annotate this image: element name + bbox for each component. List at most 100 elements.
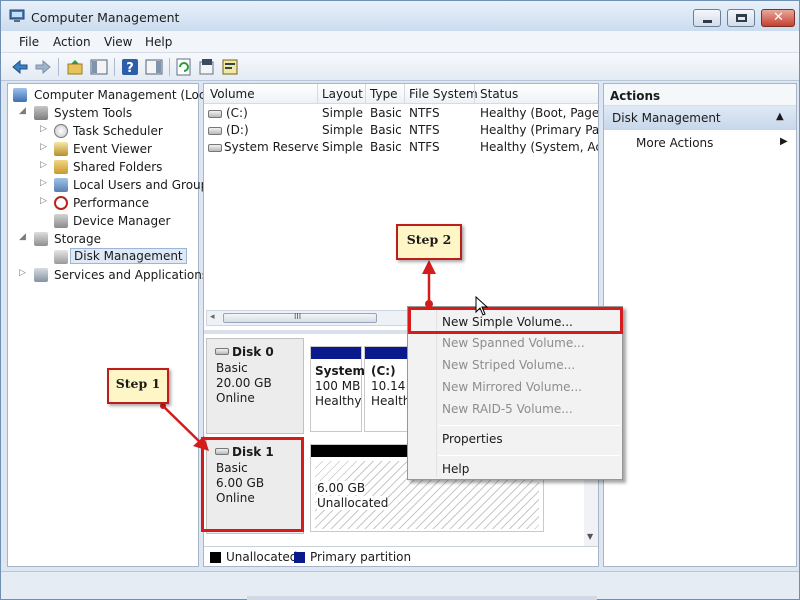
maximize-button[interactable]	[727, 9, 755, 27]
actions-section-label: Disk Management	[612, 111, 721, 125]
export-list-icon[interactable]	[198, 58, 216, 76]
volume-layout: Simple	[322, 140, 363, 154]
volume-name: (C:)	[226, 106, 248, 120]
menu-item-new-raid5-volume[interactable]: New RAID-5 Volume...	[442, 402, 573, 416]
menu-action[interactable]: Action	[53, 35, 91, 49]
volume-status: Healthy (System, Activ	[480, 140, 598, 154]
menu-item-new-striped-volume[interactable]: New Striped Volume...	[442, 358, 575, 372]
disk-management-icon	[54, 250, 68, 264]
collapsed-arrow-icon[interactable]: ▷	[40, 160, 47, 170]
tree-item-event-viewer[interactable]: ▷ Event Viewer	[10, 140, 198, 158]
submenu-arrow-icon: ▶	[780, 136, 788, 147]
menu-file[interactable]: File	[19, 35, 39, 49]
tree-item-label: Services and Applications	[54, 268, 209, 282]
partition-status: Healthy	[315, 394, 362, 408]
disk-icon	[215, 348, 229, 355]
volume-row[interactable]: System Reserved Simple Basic NTFS Health…	[204, 139, 598, 156]
menu-bar: File Action View Help	[1, 31, 799, 53]
partition-c[interactable]: (C:) 10.14 G Healthy	[364, 346, 418, 432]
column-header-type[interactable]: Type	[370, 87, 398, 101]
actions-section-disk-management[interactable]: Disk Management ▲	[604, 106, 796, 130]
tree-item-label: Shared Folders	[73, 160, 163, 174]
show-hide-action-pane-icon[interactable]	[145, 58, 163, 76]
performance-icon	[54, 196, 68, 210]
drive-icon	[208, 110, 222, 118]
collapse-up-icon[interactable]: ▲	[776, 111, 784, 122]
tree-item-services-applications[interactable]: ▷ Services and Applications	[10, 266, 208, 284]
tree-item-shared-folders[interactable]: ▷ Shared Folders	[10, 158, 198, 176]
disk-0-label[interactable]: Disk 0 Basic 20.00 GB Online	[206, 338, 304, 434]
column-header-status[interactable]: Status	[480, 87, 518, 101]
users-icon	[54, 178, 68, 192]
shared-folders-icon	[54, 160, 68, 174]
window-title: Computer Management	[31, 10, 180, 25]
collapsed-arrow-icon[interactable]: ▷	[40, 196, 47, 206]
tree-item-task-scheduler[interactable]: ▷ Task Scheduler	[10, 122, 198, 140]
tree-item-label: Local Users and Groups	[73, 178, 215, 192]
collapsed-arrow-icon[interactable]: ▷	[40, 142, 47, 152]
close-button[interactable]: ✕	[761, 9, 795, 27]
properties-icon[interactable]	[221, 58, 239, 76]
column-header-volume[interactable]: Volume	[210, 87, 255, 101]
collapsed-arrow-icon[interactable]: ▷	[40, 178, 47, 188]
actions-header: Actions	[604, 84, 796, 106]
help-icon[interactable]: ?	[121, 58, 139, 76]
partition-system-reserved[interactable]: System 100 MB Healthy	[310, 346, 365, 432]
computer-management-icon	[13, 88, 27, 102]
tree-item-local-users[interactable]: ▷ Local Users and Groups	[10, 176, 215, 194]
menu-help[interactable]: Help	[145, 35, 172, 49]
show-hide-tree-icon[interactable]	[90, 58, 108, 76]
tree-item-label: Computer Management (Local	[34, 88, 217, 102]
title-bar[interactable]: Computer Management ✕	[1, 1, 799, 31]
tree-item-system-tools[interactable]: ◢ System Tools	[10, 104, 198, 122]
volume-type: Basic	[370, 106, 402, 120]
scroll-left-icon[interactable]: ◂	[210, 312, 215, 322]
console-tree-pane: Computer Management (Local ◢ System Tool…	[7, 83, 216, 567]
back-icon[interactable]	[11, 58, 29, 76]
partition-label: System	[315, 364, 365, 378]
step-1-highlight-box	[201, 437, 304, 532]
up-folder-icon[interactable]	[66, 58, 84, 76]
collapsed-arrow-icon[interactable]: ▷	[19, 268, 26, 278]
menu-item-new-mirrored-volume[interactable]: New Mirrored Volume...	[442, 380, 582, 394]
volume-list-header: Volume Layout Type File System Status	[204, 84, 598, 104]
tree-item-storage[interactable]: ◢ Storage	[10, 230, 198, 248]
volume-file-system: NTFS	[409, 140, 440, 154]
disk-legend: Unallocated Primary partition	[204, 546, 598, 566]
column-header-file-system[interactable]: File System	[409, 87, 478, 101]
actions-title: Actions	[610, 89, 661, 103]
collapsed-arrow-icon[interactable]: ▷	[40, 124, 47, 134]
tree-item-disk-management[interactable]: Disk Management	[10, 248, 198, 266]
volume-name: (D:)	[226, 123, 249, 137]
device-manager-icon	[54, 214, 68, 228]
menu-item-new-spanned-volume[interactable]: New Spanned Volume...	[442, 336, 585, 350]
column-header-layout[interactable]: Layout	[322, 87, 363, 101]
tree-item-device-manager[interactable]: Device Manager	[10, 212, 198, 230]
scrollbar-thumb[interactable]: III	[223, 312, 377, 323]
system-tools-icon	[34, 106, 48, 120]
expanded-arrow-icon[interactable]: ◢	[19, 106, 26, 116]
volume-layout: Simple	[322, 106, 363, 120]
minimize-button[interactable]	[693, 9, 721, 27]
scroll-down-icon[interactable]: ▼	[587, 532, 593, 541]
menu-item-help[interactable]: Help	[442, 462, 469, 476]
svg-text:?: ?	[126, 61, 134, 76]
volume-file-system: NTFS	[409, 106, 440, 120]
volume-row[interactable]: (D:) Simple Basic NTFS Healthy (Primary …	[204, 122, 598, 139]
tree-item-label: Task Scheduler	[73, 124, 163, 138]
mouse-cursor-icon	[475, 296, 489, 316]
volume-status: Healthy (Primary Partit	[480, 123, 598, 137]
expanded-arrow-icon[interactable]: ◢	[19, 232, 26, 242]
forward-icon[interactable]	[34, 58, 52, 76]
tree-item-computer-management[interactable]: Computer Management (Local	[10, 86, 216, 104]
volume-row[interactable]: (C:) Simple Basic NTFS Healthy (Boot, Pa…	[204, 105, 598, 122]
tree-item-performance[interactable]: ▷ Performance	[10, 194, 198, 212]
menu-view[interactable]: View	[104, 35, 132, 49]
step-2-callout: Step 2	[396, 224, 462, 260]
more-actions-item[interactable]: More Actions	[636, 136, 713, 150]
close-icon: ✕	[773, 10, 784, 25]
menu-item-properties[interactable]: Properties	[442, 432, 503, 446]
refresh-icon[interactable]	[175, 58, 193, 76]
partition-size: 6.00 GB	[317, 481, 366, 495]
legend-swatch-unallocated	[210, 552, 221, 563]
